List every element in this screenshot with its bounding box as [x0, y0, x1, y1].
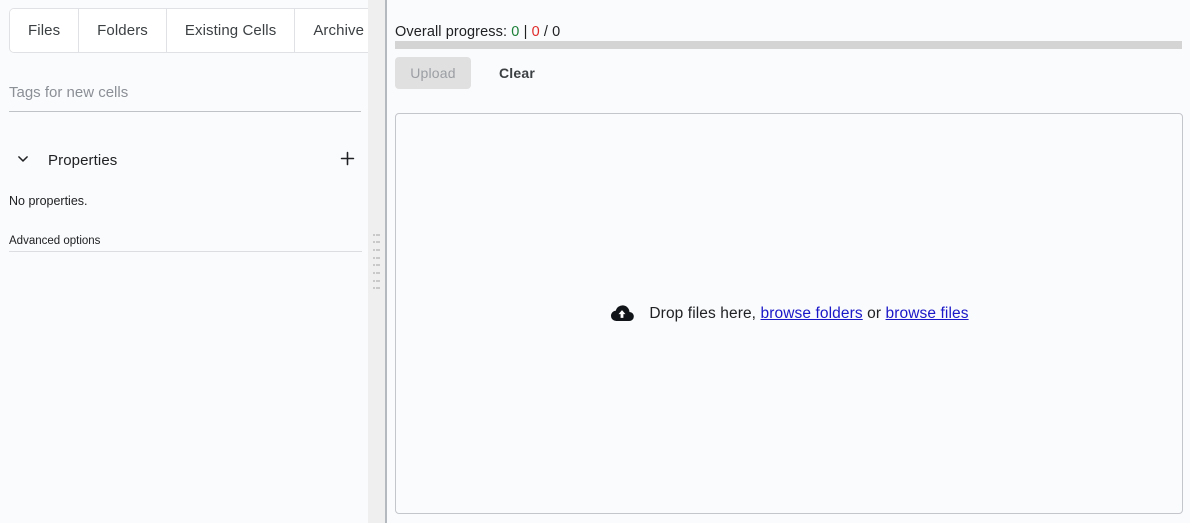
file-dropzone[interactable]: Drop files here, browse folders or brows… [395, 113, 1183, 514]
tab-files[interactable]: Files [10, 9, 80, 52]
tab-archive-label: Archive [313, 22, 365, 39]
tab-folders-label: Folders [97, 22, 148, 39]
progress-separator: | [523, 24, 528, 40]
left-panel: Files Folders Existing Cells Archive Tag… [0, 0, 384, 523]
chevron-down-icon [14, 150, 32, 171]
drag-handle-icon [373, 233, 380, 290]
cloud-upload-icon [609, 301, 635, 327]
tab-existing-cells[interactable]: Existing Cells [166, 9, 296, 52]
progress-total-count: 0 [552, 24, 561, 40]
panel-splitter[interactable] [368, 0, 385, 523]
source-tab-bar: Files Folders Existing Cells Archive [9, 8, 384, 53]
properties-title: Properties [48, 151, 118, 169]
clear-button[interactable]: Clear [485, 57, 549, 89]
overall-progress-text: Overall progress: [395, 24, 508, 40]
dropzone-content: Drop files here, browse folders or brows… [609, 301, 968, 327]
properties-header: Properties [9, 145, 361, 175]
overall-progress-bar [395, 41, 1182, 49]
dropzone-text-before: Drop files here, [649, 304, 757, 322]
tags-input[interactable] [9, 80, 361, 112]
no-properties-message: No properties. [9, 194, 88, 208]
clear-button-label: Clear [499, 65, 536, 81]
properties-collapse-toggle[interactable] [9, 146, 37, 174]
advanced-options-label[interactable]: Advanced options [9, 235, 100, 251]
tab-existing-cells-label: Existing Cells [184, 22, 277, 39]
progress-failed-count: 0 [531, 24, 540, 40]
browse-files-link[interactable]: browse files [886, 305, 969, 322]
right-panel: Overall progress: 0 | 0 / 0 Upload Clear [387, 0, 1190, 523]
upload-dialog: Files Folders Existing Cells Archive Tag… [0, 0, 1190, 523]
advanced-options-divider [9, 251, 362, 252]
progress-succeeded-count: 0 [511, 24, 520, 40]
tab-files-label: Files [28, 22, 61, 39]
dropzone-text: Drop files here, browse folders or brows… [649, 305, 968, 323]
plus-icon [338, 149, 357, 171]
progress-slash: / [543, 24, 549, 40]
advanced-options-section: Advanced options [9, 231, 362, 252]
browse-folders-link[interactable]: browse folders [761, 305, 863, 322]
upload-actions: Upload Clear [395, 57, 549, 89]
tab-folders[interactable]: Folders [79, 9, 167, 52]
add-property-button[interactable] [333, 146, 361, 174]
upload-button[interactable]: Upload [395, 57, 471, 89]
upload-button-label: Upload [410, 65, 456, 81]
overall-progress-label: Overall progress: 0 | 0 / 0 [395, 24, 560, 40]
dropzone-text-middle: or [867, 304, 882, 322]
